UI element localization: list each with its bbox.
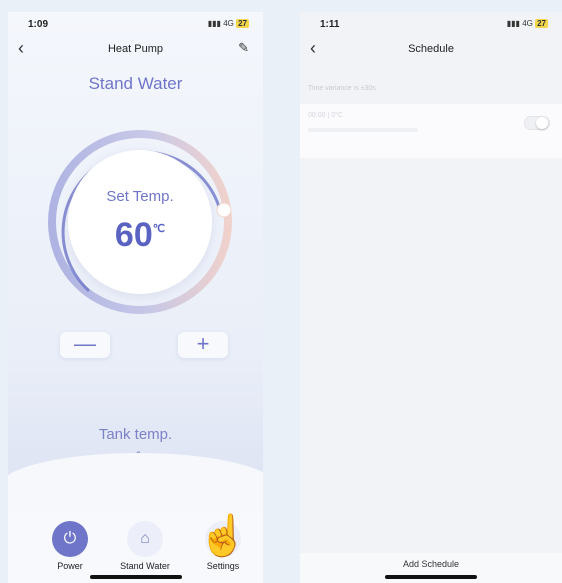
network-label: 4G	[522, 19, 533, 28]
schedule-toggle[interactable]	[524, 116, 550, 130]
battery-icon: 27	[535, 19, 548, 28]
status-bar: 1:09 ▮▮▮ 4G 27	[8, 12, 263, 34]
edit-pencil-icon[interactable]: ✎	[238, 40, 249, 56]
battery-icon: 27	[236, 19, 249, 28]
tap-hand-cursor-icon: ☝	[198, 514, 248, 558]
settings-label: Settings	[206, 561, 240, 571]
home-indicator	[385, 575, 477, 579]
status-indicators: ▮▮▮ 4G 27	[208, 19, 249, 28]
schedule-screen: 1:11 ▮▮▮ 4G 27 ‹ Schedule Time variance …	[300, 12, 562, 583]
signal-icon: ▮▮▮	[506, 19, 520, 28]
temperature-dial[interactable]: Set Temp. 60℃	[48, 130, 232, 314]
status-bar: 1:11 ▮▮▮ 4G 27	[300, 12, 562, 34]
variance-row: Time variance is ±30s	[300, 84, 562, 98]
mode-title: Stand Water	[88, 74, 183, 93]
stand-water-label: Stand Water	[120, 561, 170, 571]
stand-water-button[interactable]: ⌂ Stand Water	[105, 521, 185, 571]
schedule-item[interactable]: 00:00 | 0°C	[300, 104, 562, 158]
tank-temp-label: Tank temp.	[98, 426, 173, 443]
set-temp-label: Set Temp.	[106, 188, 174, 205]
set-temp-value: 60℃	[68, 216, 212, 255]
increase-temp-button[interactable]: +	[178, 332, 228, 358]
variance-text: Time variance is ±30s	[308, 85, 376, 92]
page-title: Schedule	[408, 43, 454, 55]
schedule-item-label: 00:00 | 0°C	[308, 112, 343, 119]
set-temp-unit: ℃	[152, 223, 166, 235]
dial-center: Set Temp. 60℃	[68, 150, 212, 294]
network-label: 4G	[223, 19, 234, 28]
top-nav: ‹ Schedule	[300, 38, 562, 60]
dial-knob[interactable]	[216, 202, 232, 218]
top-nav: ‹ Heat Pump ✎	[8, 38, 263, 60]
set-temp-number: 60	[114, 216, 153, 254]
heat-pump-screen: 1:09 ▮▮▮ 4G 27 ‹ Heat Pump ✎ Stand Water	[8, 12, 263, 583]
home-indicator	[89, 575, 182, 579]
status-time: 1:09	[28, 19, 49, 30]
decrease-temp-button[interactable]: —	[60, 332, 110, 358]
signal-icon: ▮▮▮	[207, 19, 221, 28]
power-button[interactable]: ⏻ Power	[30, 521, 110, 571]
water-tank-icon: ⌂	[127, 521, 163, 557]
power-label: Power	[57, 561, 83, 571]
power-icon: ⏻	[52, 521, 88, 557]
status-time: 1:11	[320, 19, 340, 30]
schedule-item-detail	[308, 128, 418, 132]
toggle-knob	[536, 117, 548, 129]
status-indicators: ▮▮▮ 4G 27	[507, 19, 548, 28]
page-title: Heat Pump	[107, 43, 164, 55]
add-schedule-label: Add Schedule	[402, 559, 460, 569]
